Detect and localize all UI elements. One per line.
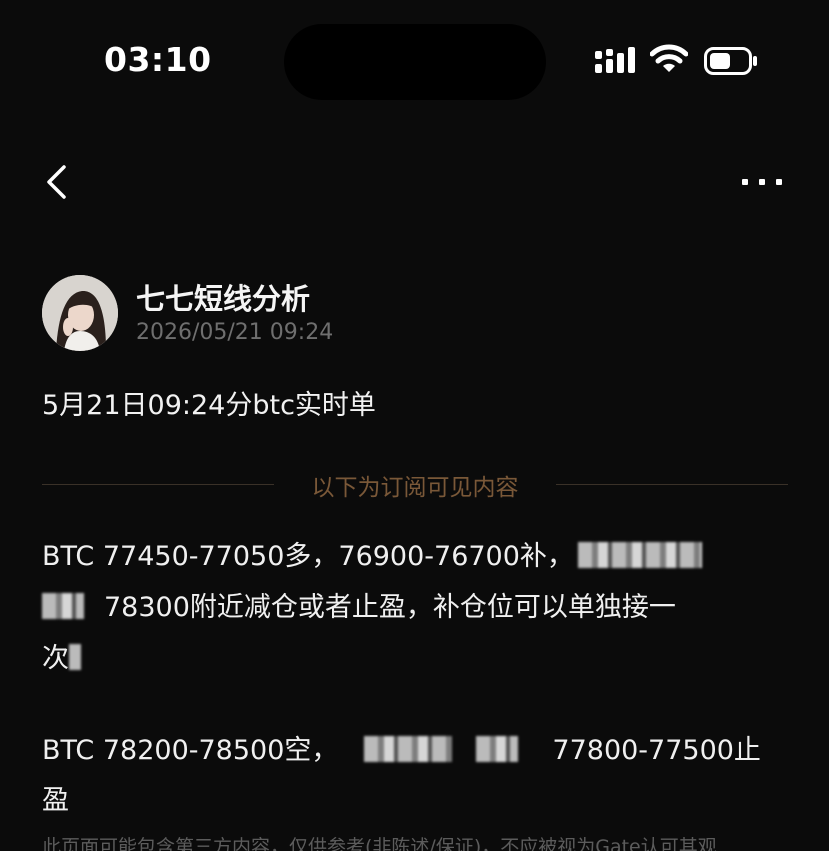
content-line: BTC 77450-77050多，76900-76700补， <box>42 534 702 573</box>
battery-icon <box>704 47 757 75</box>
wifi-icon <box>650 44 688 72</box>
more-options-button[interactable] <box>734 160 790 204</box>
post-detail-screen: 03:10 七七短线分析 2026/05/21 09:24 5月21日09:24… <box>0 0 829 851</box>
content-text: 次 <box>42 643 69 674</box>
content-text: 77800-77500止 <box>552 735 761 766</box>
author-avatar[interactable] <box>42 275 118 351</box>
redacted-block <box>577 542 702 568</box>
post-title: 5月21日09:24分btc实时单 <box>42 390 376 421</box>
avatar-image <box>42 275 118 351</box>
redacted-block <box>364 736 453 762</box>
redacted-block <box>69 644 81 670</box>
divider-label: 以下为订阅可见内容 <box>311 475 519 501</box>
redacted-block <box>476 736 519 762</box>
divider-line-right <box>556 484 788 485</box>
third-party-disclaimer: 此页面可能包含第三方内容，仅供参考(非陈述/保证)，不应被视为Gate认可其观 <box>42 836 717 851</box>
content-text: BTC 77450-77050多，76900-76700补， <box>42 541 574 572</box>
content-text: 盈 <box>42 785 69 816</box>
content-line: BTC 78200-78500空， 77800-77500止 <box>42 728 761 767</box>
content-line: 次 <box>42 636 81 675</box>
back-button[interactable] <box>34 160 78 204</box>
content-line: 盈 <box>42 778 69 817</box>
redacted-block <box>42 593 84 619</box>
content-line: 78300附近减仓或者止盈，补仓位可以单独接一 <box>42 585 676 624</box>
content-text: BTC 78200-78500空， <box>42 735 339 766</box>
dynamic-island <box>284 24 546 100</box>
post-timestamp: 2026/05/21 09:24 <box>136 320 334 345</box>
author-name[interactable]: 七七短线分析 <box>136 276 310 318</box>
more-dots-icon <box>742 179 782 185</box>
status-time: 03:10 <box>104 40 212 79</box>
cellular-signal-icon <box>595 47 635 73</box>
content-text: 78300附近减仓或者止盈，补仓位可以单独接一 <box>104 592 676 623</box>
subscriber-divider: 以下为订阅可见内容 <box>42 466 788 502</box>
chevron-left-icon <box>47 165 66 199</box>
